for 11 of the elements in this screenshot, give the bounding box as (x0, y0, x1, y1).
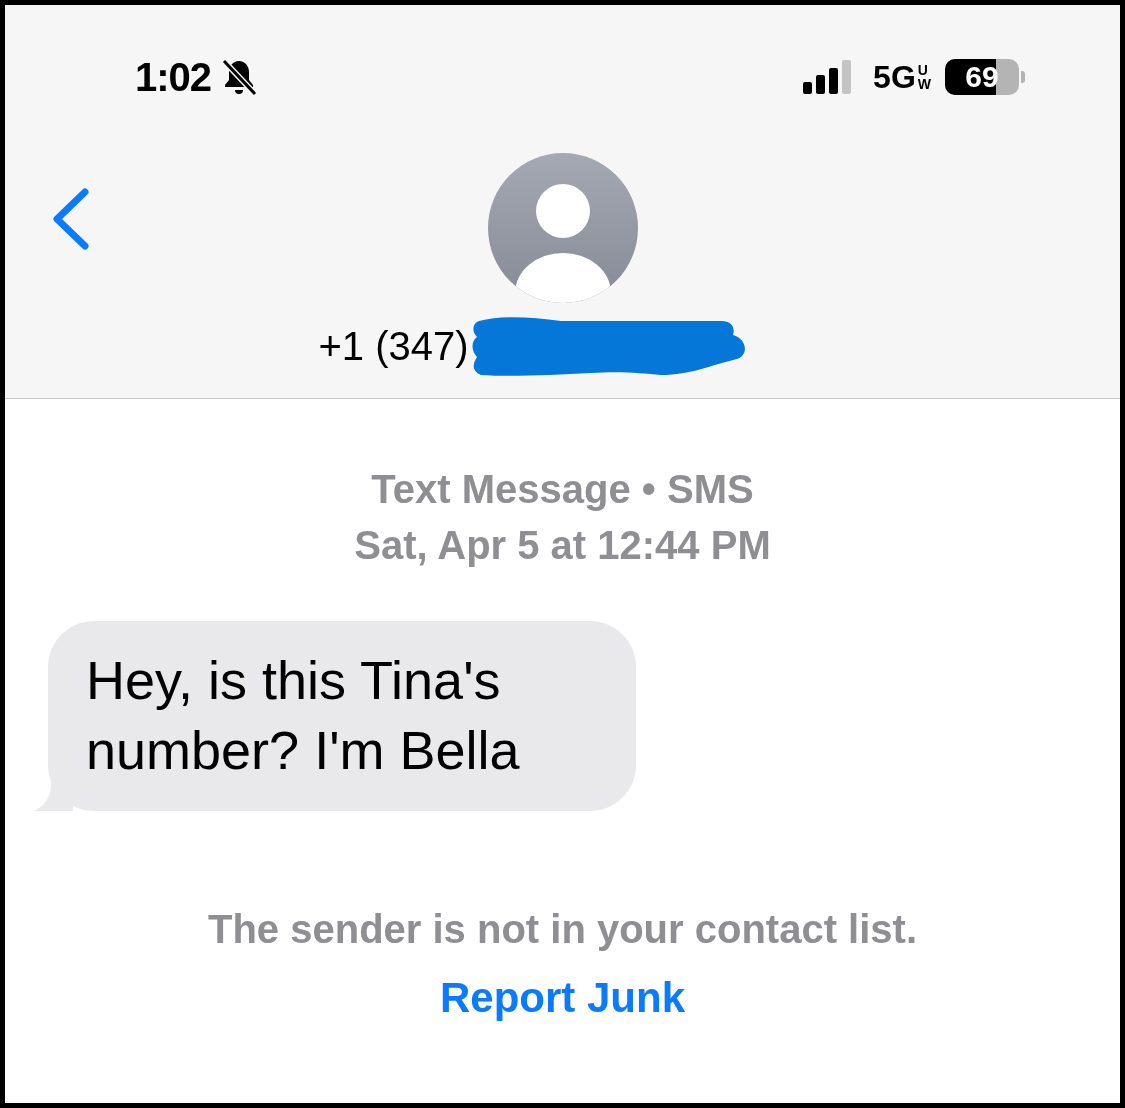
signal-icon (803, 60, 852, 94)
clock-time: 1:02 (135, 54, 212, 100)
report-junk-link[interactable]: Report Junk (440, 974, 685, 1022)
notice-text: The sender is not in your contact list. (208, 907, 917, 952)
network-letter: U (917, 63, 929, 77)
service-label: Text Message • SMS (371, 466, 754, 513)
network-label: 5G (873, 58, 916, 96)
message-timestamp: Sat, Apr 5 at 12:44 PM (354, 522, 771, 569)
contact-name: +1 (347) (318, 323, 469, 369)
network-letter: W (917, 77, 931, 91)
avatar-icon (487, 153, 638, 303)
